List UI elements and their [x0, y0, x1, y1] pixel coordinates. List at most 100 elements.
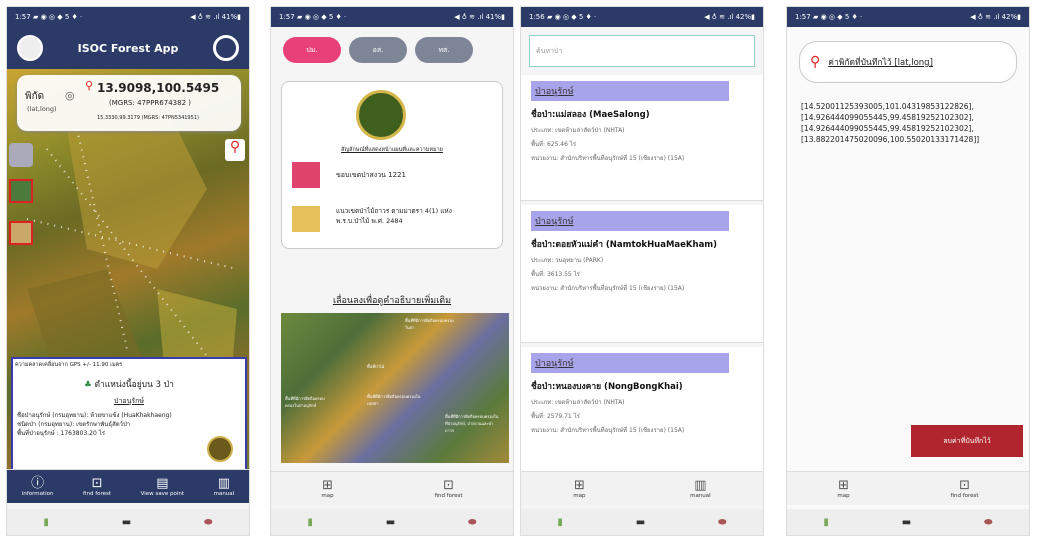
legend-swatch-permanent — [292, 206, 320, 232]
tab-find-forest[interactable]: ⊡ find forest — [83, 476, 111, 497]
tab-map[interactable]: ⊞ map — [321, 477, 334, 499]
legend-map-image: พื้นที่ที่มีการยึดถือครอบครองในป่า พื้นท… — [281, 313, 509, 463]
item-area: พื้นที่: 3613.55 ไร่ — [531, 271, 580, 278]
avatar[interactable] — [17, 35, 43, 61]
map-label: พื้นที่ที่มีการยึดถือครอบครองในป่าอนุรัก… — [285, 396, 325, 408]
tab-manual[interactable]: ▥ manual — [690, 478, 711, 499]
item-area: พื้นที่: 625.46 ไร่ — [531, 141, 577, 148]
card-title: ตำแหน่งนี้อยู่บน 3 ป่า — [94, 380, 174, 390]
tab-find-forest[interactable]: ⊡ find forest — [434, 477, 463, 499]
item-name: ชื่อป่า:แม่สลอง (MaeSalong) — [531, 110, 650, 120]
status-bar: 1:57 ▰ ◉ ◎ ◆ 5 ♦ · ◀ ♁ ≋ .ıl 42%▮ — [787, 7, 1029, 27]
item-name: ชื่อป่า:หนองบงคาย (NongBongKhai) — [531, 382, 683, 392]
card-line-1: ชื่อป่าอนุรักษ์ (กรมอุทยาน): ห้วยขาแข้ง … — [17, 412, 172, 419]
map-icon: ⊞ — [573, 477, 585, 493]
map-label: พื้นที่ที่มีการยึดถือครอบครองในเขตป่า — [367, 394, 421, 406]
coordinate-panel: พิกัด (lat,long) ◎ ⚲ 13.9098,100.5495 (M… — [17, 75, 241, 131]
tab-save-point[interactable]: ▤ View save point — [140, 476, 185, 497]
phone-search-screen: 1:56 ▰ ◉ ◎ ◆ 5 ♦ · ◀ ♁ ≋ .ıl 42%▮ ค้นหาป… — [520, 6, 764, 536]
search-input[interactable]: ค้นหาป่า — [529, 35, 755, 67]
legend-label-permanent: แนวเขตป่าไม้ถาวร ตามมาตรา 4(1) แห่งพ.ร.บ… — [336, 207, 452, 225]
forest-list-item[interactable]: ป่าอนุรักษ์ ชื่อป่า:แม่สลอง (MaeSalong) … — [521, 75, 763, 201]
tab-map[interactable]: ⊞ map — [837, 477, 850, 499]
nav-pen-icon[interactable]: ⬬ — [984, 517, 993, 528]
forest-dept-logo — [356, 90, 406, 140]
nav-app-icon[interactable]: ▮ — [307, 517, 313, 528]
nav-app-icon[interactable]: ▮ — [557, 517, 563, 528]
saved-points-header: ⚲ ค่าพิกัดที่บันทึกไว้ [lat,long] — [799, 41, 1017, 83]
forest-list-item[interactable]: ป่าอนุรักษ์ ชื่อป่า:หนองบงคาย (NongBongK… — [521, 347, 763, 473]
clear-saved-button[interactable]: ลบค่าที่บันทึกไว้ — [911, 425, 1023, 457]
forest-list-item[interactable]: ป่าอนุรักษ์ ชื่อป่า:ดอยหัวแม่คำ (NamtokH… — [521, 205, 763, 343]
tab-information[interactable]: ⓘ information — [22, 476, 54, 497]
tab-label: find forest — [950, 492, 979, 499]
nav-app-icon[interactable]: ▮ — [43, 517, 49, 528]
tab-ts[interactable]: ทส. — [415, 37, 473, 63]
tab-label: find forest — [434, 492, 463, 499]
target-icon[interactable]: ◎ — [65, 89, 75, 102]
item-category[interactable]: ป่าอนุรักษ์ — [531, 81, 729, 101]
card-link[interactable]: ป่าอนุรักษ์ — [13, 396, 245, 407]
user-icon[interactable] — [213, 35, 239, 61]
item-category[interactable]: ป่าอนุรักษ์ — [531, 353, 729, 373]
status-bar: 1:57 ▰ ◉ ◎ ◆ 5 ♦ · ◀ ♁ ≋ .ıl 41%▮ — [271, 7, 513, 27]
status-time: 1:56 — [529, 13, 545, 21]
nav-pen-icon[interactable]: ⬬ — [204, 517, 213, 528]
tab-pm[interactable]: ปม. — [283, 37, 341, 63]
map-label: พื้นที่ที่มีการยึดถือครอบครองในที่ป่าอนุ… — [445, 414, 499, 433]
find-icon: ⊡ — [959, 477, 970, 493]
map-icon: ⊞ — [838, 477, 849, 493]
mgrs-small: 15.3330,99.3179 (MGRS: 47PN5341951) — [97, 115, 199, 121]
coord-label: พิกัด — [25, 91, 45, 102]
nav-laptop-icon[interactable]: ▬ — [902, 517, 911, 528]
tab-label: map — [321, 492, 334, 499]
tab-label: View save point — [140, 490, 185, 497]
system-nav: ▮ ▬ ⬬ — [787, 509, 1029, 535]
pin-icon[interactable]: ⚲ — [225, 139, 245, 161]
legend-label-reserve: ขอบเขตป่าสงวน 1221 — [336, 171, 406, 179]
forest-info-card: ความคลาดเคลื่อนจาก GPS +/- 11.90 เมตร ♣ … — [11, 357, 247, 472]
tab-map[interactable]: ⊞ map — [573, 477, 586, 499]
nav-laptop-icon[interactable]: ▬ — [122, 517, 131, 528]
app-bar: ISOC Forest App — [7, 27, 249, 69]
agency-tabs: ปม. อส. ทส. — [271, 27, 513, 73]
tab-label: map — [837, 492, 850, 499]
status-right: ◀ ♁ ≋ .ıl 42%▮ — [970, 13, 1021, 21]
status-icons: ▰ ◉ ◎ ◆ 5 ♦ · — [812, 13, 863, 21]
phone-map-screen: 1:57 ▰ ◉ ◎ ◆ 5 ♦ · ◀ ♁ ≋ .ıl 41%▮ ISOC F… — [6, 6, 250, 536]
tab-as[interactable]: อส. — [349, 37, 407, 63]
phone-legend-screen: 1:57 ▰ ◉ ◎ ◆ 5 ♦ · ◀ ♁ ≋ .ıl 41%▮ ปม. อส… — [270, 6, 514, 536]
system-nav: ▮ ▬ ⬬ — [521, 509, 763, 535]
tab-label: manual — [213, 490, 235, 497]
layer-toggle-2[interactable] — [9, 221, 33, 245]
item-category[interactable]: ป่าอนุรักษ์ — [531, 211, 729, 231]
status-time: 1:57 — [279, 13, 295, 21]
tab-label: map — [573, 492, 586, 499]
bottom-tab-bar: ⊞ map ▥ manual — [521, 471, 763, 505]
item-type: ประเภท: เขตห้ามล่าสัตว์ป่า (NHTA) — [531, 127, 625, 134]
item-unit: หน่วยงาน: สำนักบริหารพื้นที่อนุรักษ์ที่ … — [531, 155, 685, 162]
mgrs-value: (MGRS: 47PPR674382 ) — [109, 99, 191, 107]
tab-find-forest[interactable]: ⊡ find forest — [950, 477, 979, 499]
tab-manual[interactable]: ▥ manual — [213, 475, 235, 497]
nav-laptop-icon[interactable]: ▬ — [386, 517, 395, 528]
item-type: ประเภท: วนอุทยาน (PARK) — [531, 257, 604, 264]
layer-toggle-0[interactable] — [9, 143, 33, 167]
nav-pen-icon[interactable]: ⬬ — [468, 517, 477, 528]
legend-swatch-reserve — [292, 162, 320, 188]
system-nav: ▮ ▬ ⬬ — [271, 509, 513, 535]
status-bar: 1:57 ▰ ◉ ◎ ◆ 5 ♦ · ◀ ♁ ≋ .ıl 41%▮ — [7, 7, 249, 27]
status-icons: ▰ ◉ ◎ ◆ 5 ♦ · — [32, 13, 83, 21]
layer-toggle-1[interactable] — [9, 179, 33, 203]
nav-app-icon[interactable]: ▮ — [823, 517, 829, 528]
nav-pen-icon[interactable]: ⬬ — [718, 517, 727, 528]
status-icons: ▰ ◉ ◎ ◆ 5 ♦ · — [296, 13, 347, 21]
gps-accuracy: ความคลาดเคลื่อนจาก GPS +/- 11.90 เมตร — [15, 362, 123, 368]
status-time: 1:57 — [795, 13, 811, 21]
map-icon: ⊞ — [322, 477, 333, 493]
coord-sub: (lat,long) — [27, 105, 57, 113]
find-icon: ⊡ — [443, 477, 454, 493]
bottom-tab-bar: ⓘ information ⊡ find forest ▤ View save poi… — [7, 469, 249, 503]
nav-laptop-icon[interactable]: ▬ — [636, 517, 645, 528]
manual-icon: ▥ — [217, 475, 231, 491]
